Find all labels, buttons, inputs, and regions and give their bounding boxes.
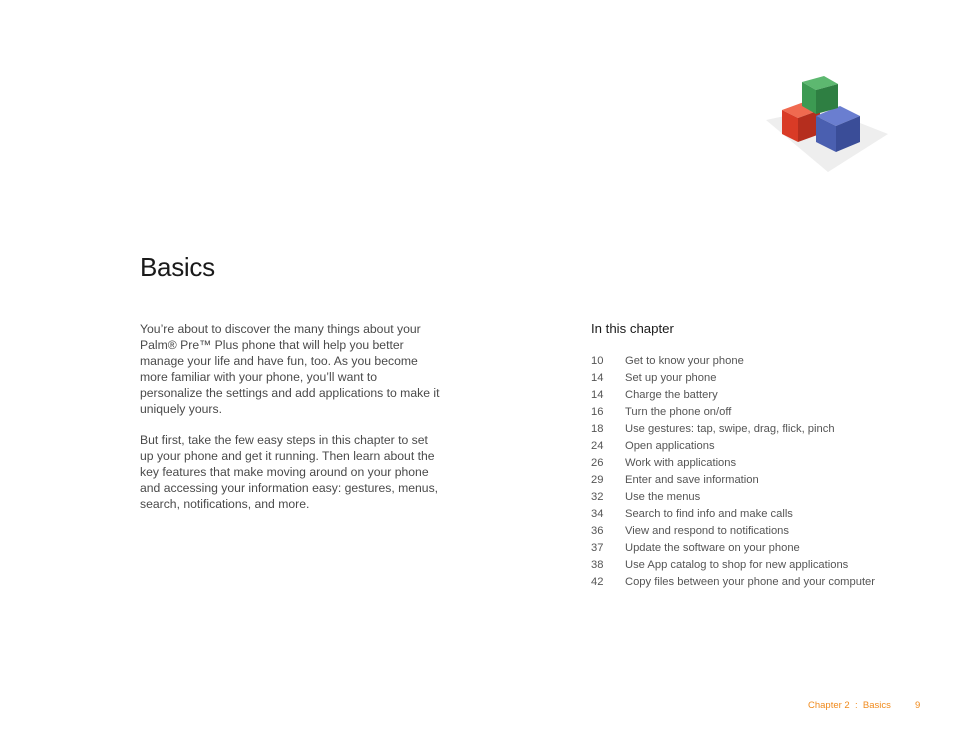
- toc-item[interactable]: 14 Set up your phone: [591, 370, 911, 387]
- toc-item[interactable]: 32 Use the menus: [591, 489, 911, 506]
- toc-label: Use gestures: tap, swipe, drag, flick, p…: [625, 423, 835, 435]
- intro-text: You’re about to discover the many things…: [140, 321, 440, 527]
- toc-item[interactable]: 26 Work with applications: [591, 455, 911, 472]
- footer-section: Chapter 2 : Basics: [808, 700, 891, 711]
- toc-label: Work with applications: [625, 457, 737, 469]
- page-footer: Chapter 2 : Basics 9: [808, 700, 920, 711]
- toc-page: 38: [591, 559, 604, 571]
- toc-item[interactable]: 34 Search to find info and make calls: [591, 506, 911, 523]
- intro-paragraph: You’re about to discover the many things…: [140, 322, 440, 416]
- toc-label: Copy files between your phone and your c…: [625, 576, 876, 588]
- toc-item[interactable]: 10 Get to know your phone: [591, 353, 911, 370]
- chapter-contents: In this chapter 10 Get to know your phone…: [591, 321, 911, 591]
- building-blocks-icon: [762, 68, 892, 178]
- toc-item[interactable]: 37 Update the software on your phone: [591, 540, 911, 557]
- toc-label: Set up your phone: [625, 372, 717, 384]
- chapter-toc: 10 Get to know your phone 14 Set up your p…: [591, 353, 911, 591]
- toc-page: 14: [591, 389, 604, 401]
- toc-page: 14: [591, 372, 604, 384]
- toc-label: Get to know your phone: [625, 355, 744, 367]
- toc-item[interactable]: 16 Turn the phone on/off: [591, 404, 911, 421]
- toc-page: 34: [591, 508, 604, 520]
- toc-page: 10: [591, 355, 604, 367]
- toc-label: Charge the battery: [625, 389, 718, 401]
- footer-page-number: 9: [915, 700, 921, 711]
- toc-label: Use App catalog to shop for new applicat…: [625, 559, 849, 571]
- toc-page: 36: [591, 525, 604, 537]
- toc-page: 16: [591, 406, 604, 418]
- toc-label: View and respond to notifications: [625, 525, 789, 537]
- page-title: Basics: [140, 252, 215, 282]
- toc-item[interactable]: 14 Charge the battery: [591, 387, 911, 404]
- toc-page: 37: [591, 542, 604, 554]
- toc-page: 32: [591, 491, 604, 503]
- toc-page: 26: [591, 457, 604, 469]
- toc-page: 18: [591, 423, 604, 435]
- toc-item[interactable]: 36 View and respond to notifications: [591, 523, 911, 540]
- intro-paragraph: But first, take the few easy steps in th…: [140, 433, 439, 511]
- toc-label: Use the menus: [625, 491, 701, 503]
- toc-item[interactable]: 24 Open applications: [591, 438, 911, 455]
- toc-item[interactable]: 18 Use gestures: tap, swipe, drag, flick,…: [591, 421, 911, 438]
- toc-page: 24: [591, 440, 604, 452]
- toc-item[interactable]: 38 Use App catalog to shop for new applic…: [591, 557, 911, 574]
- toc-page: 29: [591, 474, 604, 486]
- toc-page: 42: [591, 576, 604, 588]
- toc-label: Update the software on your phone: [625, 542, 800, 554]
- toc-item[interactable]: 29 Enter and save information: [591, 472, 911, 489]
- toc-label: Search to find info and make calls: [625, 508, 793, 520]
- toc-label: Open applications: [625, 440, 715, 452]
- toc-item[interactable]: 42 Copy files between your phone and your…: [591, 574, 911, 591]
- toc-label: Turn the phone on/off: [625, 406, 732, 418]
- toc-label: Enter and save information: [625, 474, 759, 486]
- chapter-heading: In this chapter: [591, 321, 674, 336]
